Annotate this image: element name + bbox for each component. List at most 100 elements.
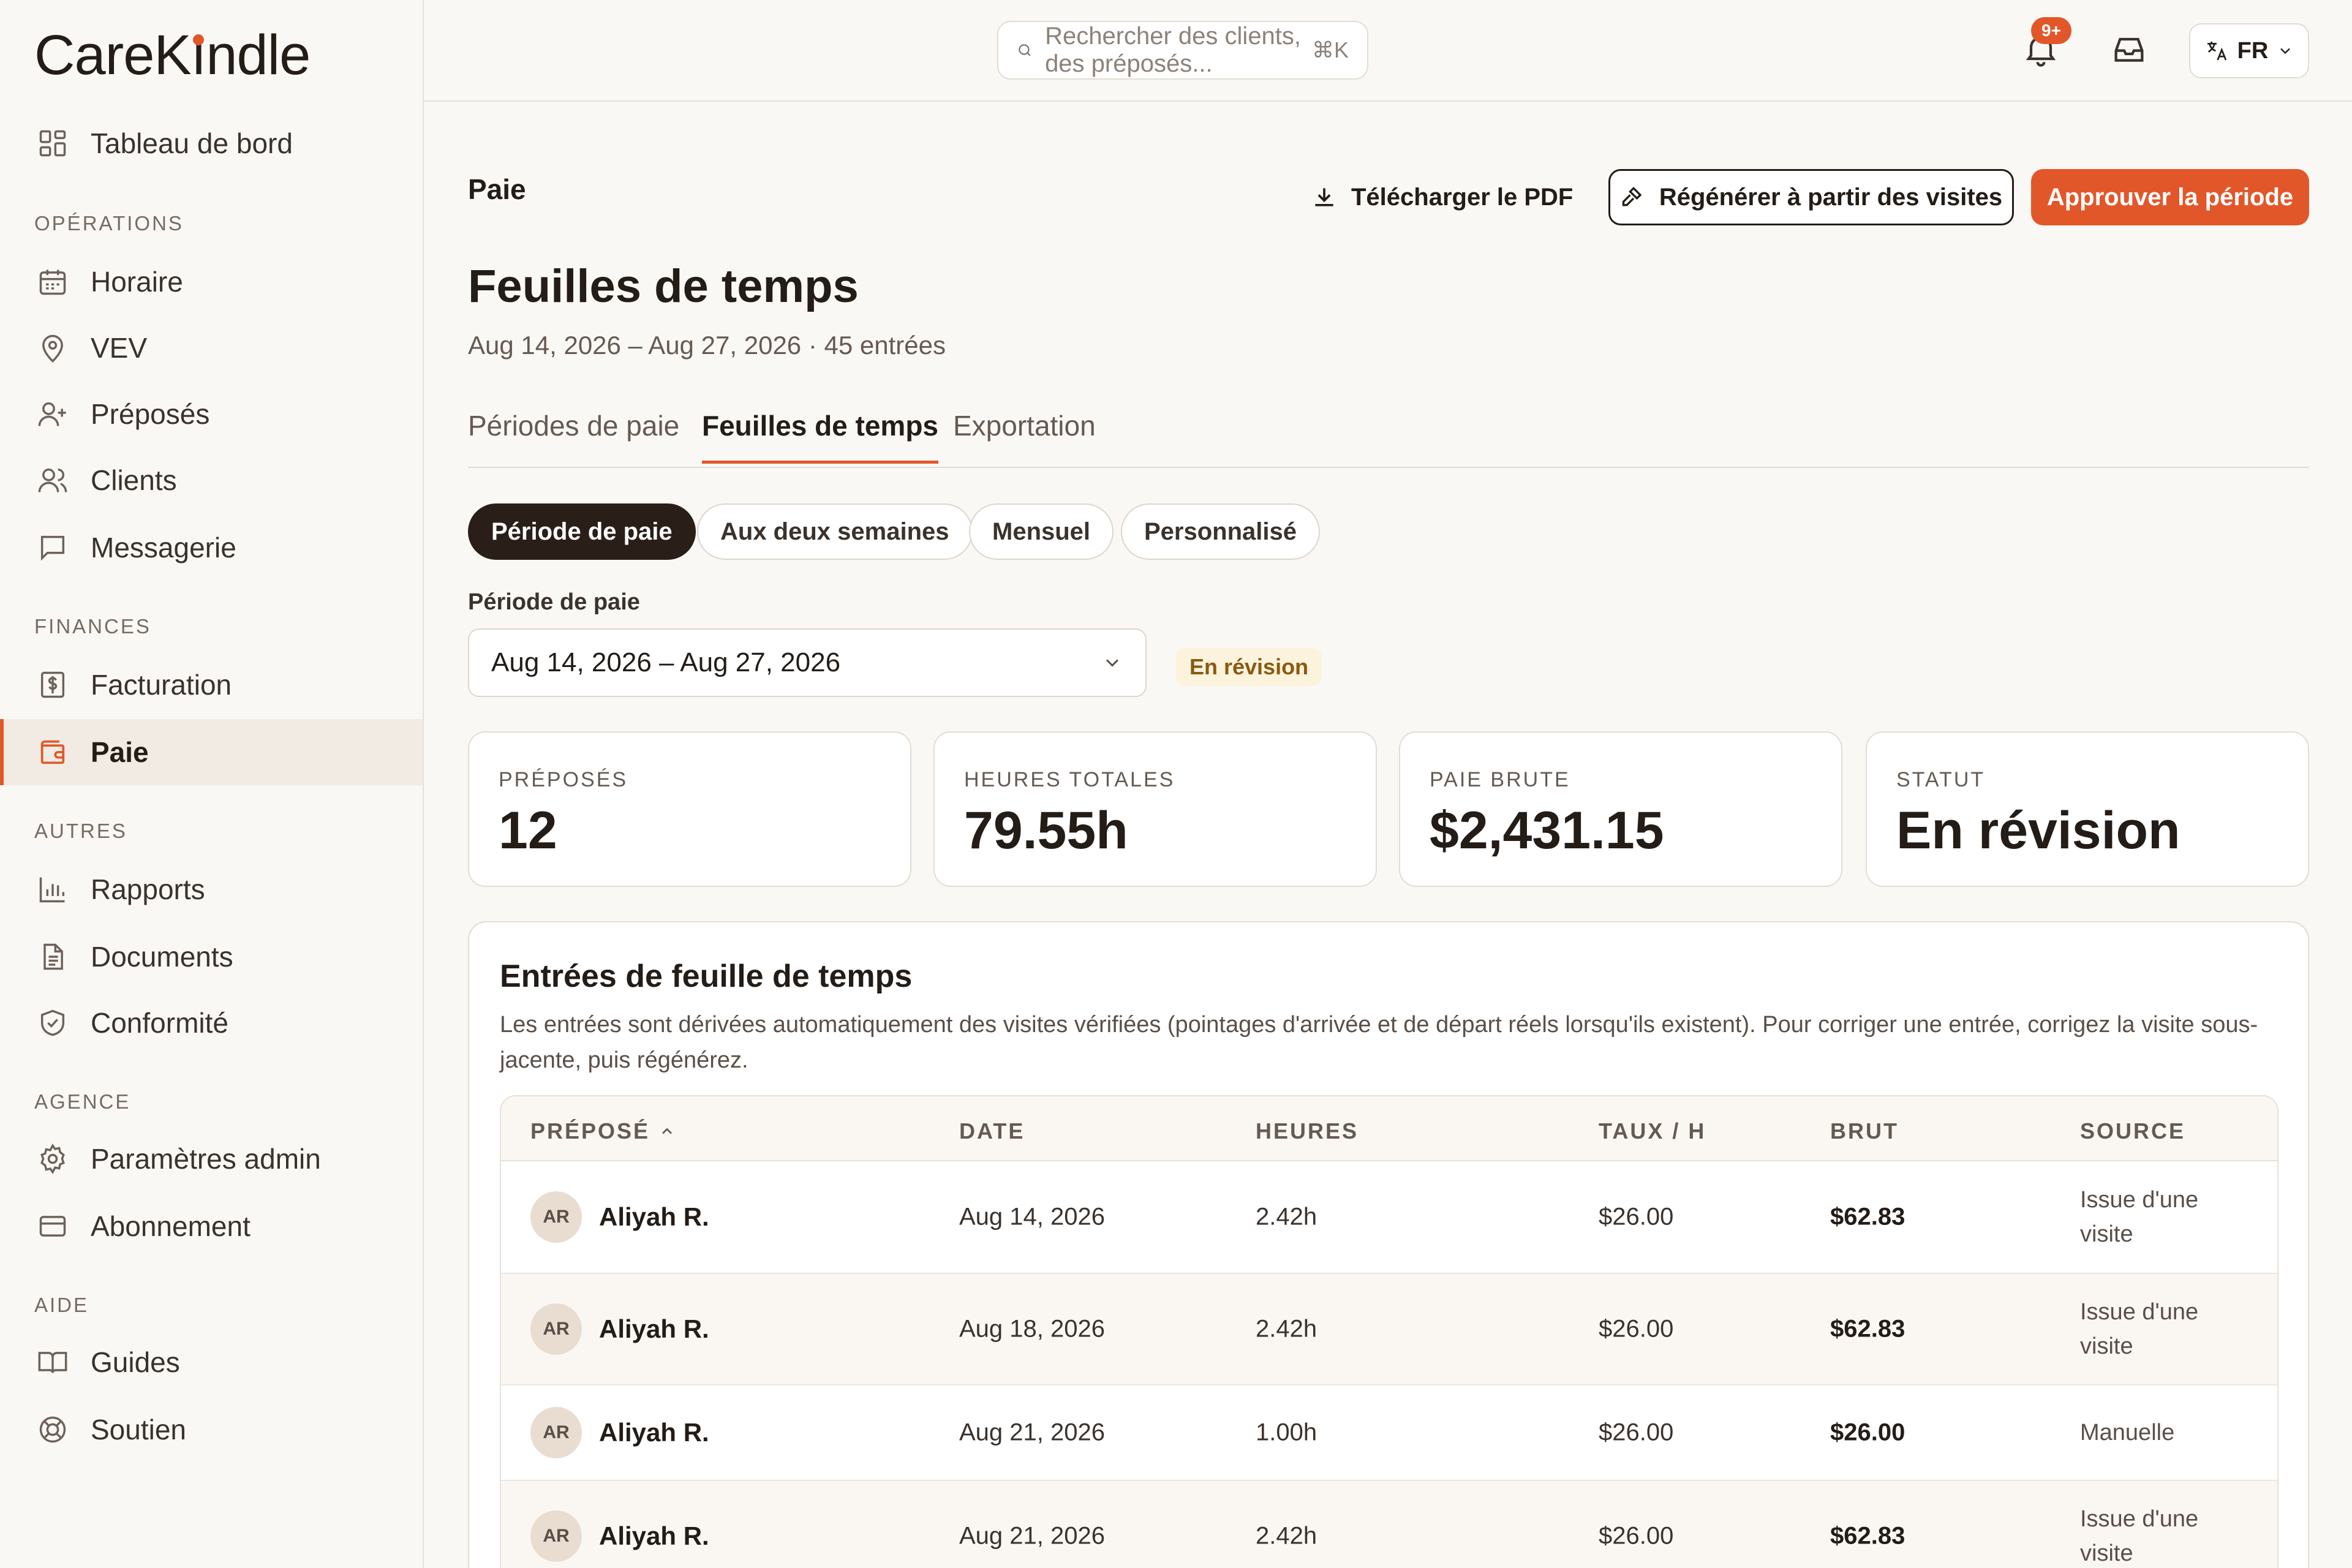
- card-description: Les entrées sont dérivées automatiquemen…: [500, 1012, 2258, 1073]
- stat-label: PRÉPOSÉS: [499, 768, 628, 791]
- bar-chart-icon: [39, 877, 65, 903]
- stat-label: PAIE BRUTE: [1430, 768, 1570, 791]
- sidebar-item-horaire[interactable]: Horaire: [0, 249, 423, 315]
- cell-source: Manuelle: [2080, 1420, 2175, 1446]
- cell-brut: $26.00: [1830, 1419, 1905, 1446]
- map-pin-icon: [42, 334, 63, 363]
- stat-label: STATUT: [1896, 768, 1986, 791]
- cell-prepose: Aliyah R.: [599, 1521, 709, 1550]
- filter-personnalise[interactable]: Personnalisé: [1121, 503, 1321, 560]
- tab-bar: Périodes de paie Feuilles de temps Expor…: [468, 404, 2309, 468]
- sidebar-item-label: Horaire: [91, 266, 183, 298]
- hammer-icon: [1622, 186, 1642, 206]
- column-header-taux[interactable]: TAUX / H: [1599, 1118, 1706, 1144]
- period-select-value: Aug 14, 2026 – Aug 27, 2026: [491, 647, 841, 677]
- sidebar-item-guides[interactable]: Guides: [0, 1329, 423, 1395]
- table-row[interactable]: AR Aliyah R. Aug 21, 2026 2.42h $26.00 $…: [501, 1481, 2277, 1568]
- tab-exportation[interactable]: Exportation: [953, 409, 1096, 461]
- sidebar-item-messagerie[interactable]: Messagerie: [0, 514, 423, 581]
- table-row[interactable]: AR Aliyah R. Aug 21, 2026 1.00h $26.00 $…: [501, 1385, 2277, 1481]
- inbox-button[interactable]: [2109, 29, 2149, 69]
- tab-feuilles-de-temps[interactable]: Feuilles de temps: [702, 409, 939, 464]
- credit-card-icon: [39, 1216, 66, 1237]
- search-icon: [1019, 44, 1031, 56]
- filter-periode-de-paie[interactable]: Période de paie: [468, 503, 696, 560]
- translate-icon: [2207, 42, 2226, 61]
- sidebar: CareKı ndle Tableau de bord OPÉRATIONS Ho…: [0, 0, 424, 1568]
- cell-heures: 1.00h: [1256, 1419, 1317, 1446]
- sidebar-item-preposes[interactable]: Préposés: [0, 381, 423, 447]
- table-row[interactable]: AR Aliyah R. Aug 14, 2026 2.42h $26.00 $…: [501, 1161, 2277, 1274]
- sidebar-item-label: Facturation: [91, 669, 232, 701]
- dashboard-icon: [39, 130, 66, 157]
- download-pdf-button[interactable]: Télécharger le PDF: [1311, 169, 1573, 225]
- search-input[interactable]: Rechercher des clients, des préposés... …: [997, 21, 1368, 80]
- table-header: PRÉPOSÉ DATE HEURES TAUX / H BRUT SOURCE: [501, 1096, 2277, 1161]
- book-open-icon: [38, 1352, 67, 1373]
- cell-brut: $62.83: [1830, 1315, 1905, 1343]
- filter-aux-deux-semaines[interactable]: Aux deux semaines: [697, 503, 973, 560]
- sidebar-item-parametres[interactable]: Paramètres admin: [0, 1126, 423, 1192]
- nav-section-operations: OPÉRATIONS: [34, 212, 184, 235]
- language-label: FR: [2237, 37, 2269, 64]
- regenerate-button[interactable]: Régénérer à partir des visites: [1608, 169, 2014, 225]
- cell-date: Aug 14, 2026: [959, 1203, 1105, 1231]
- stat-value: $2,431.15: [1430, 801, 1664, 860]
- timesheet-table: PRÉPOSÉ DATE HEURES TAUX / H BRUT SOURCE…: [500, 1095, 2278, 1568]
- sidebar-item-soutien[interactable]: Soutien: [0, 1396, 423, 1463]
- sidebar-item-label: Conformité: [91, 1007, 228, 1039]
- card-title: Entrées de feuille de temps: [500, 959, 913, 994]
- sidebar-item-label: Préposés: [91, 398, 210, 430]
- sidebar-item-documents[interactable]: Documents: [0, 924, 423, 990]
- cell-brut: $62.83: [1830, 1203, 1905, 1231]
- tab-periodes-de-paie[interactable]: Périodes de paie: [468, 409, 679, 461]
- sidebar-item-label: Paie: [91, 736, 149, 768]
- sidebar-item-vev[interactable]: VEV: [0, 315, 423, 381]
- download-icon: [1315, 188, 1333, 206]
- cell-source: Issue d'une visite: [2080, 1506, 2199, 1566]
- sidebar-item-paie[interactable]: Paie: [0, 719, 423, 785]
- column-header-prepose[interactable]: PRÉPOSÉ: [530, 1118, 676, 1144]
- column-header-brut[interactable]: BRUT: [1830, 1118, 1899, 1144]
- language-selector[interactable]: FR: [2189, 23, 2309, 78]
- sidebar-item-label: VEV: [91, 332, 148, 364]
- filter-mensuel[interactable]: Mensuel: [969, 503, 1114, 560]
- sidebar-item-label: Clients: [91, 464, 177, 496]
- stat-card-statut: STATUT En révision: [1866, 731, 2309, 887]
- breadcrumb[interactable]: Paie: [468, 173, 526, 206]
- approve-period-button[interactable]: Approuver la période: [2031, 169, 2309, 225]
- sidebar-item-conformite[interactable]: Conformité: [0, 990, 423, 1056]
- cell-date: Aug 18, 2026: [959, 1315, 1105, 1343]
- table-row[interactable]: AR Aliyah R. Aug 18, 2026 2.42h $26.00 $…: [501, 1274, 2277, 1385]
- notification-badge: 9+: [2031, 17, 2071, 44]
- download-pdf-label: Télécharger le PDF: [1351, 183, 1574, 211]
- stat-value: 12: [499, 801, 557, 860]
- chevron-down-icon: [1106, 659, 1119, 667]
- avatar: AR: [530, 1510, 582, 1562]
- nav-section-finances: FINANCES: [34, 615, 151, 638]
- sidebar-item-clients[interactable]: Clients: [0, 447, 423, 513]
- avatar: AR: [530, 1191, 582, 1243]
- column-header-heures[interactable]: HEURES: [1256, 1118, 1359, 1144]
- sidebar-item-label: Messagerie: [91, 532, 236, 564]
- column-header-source[interactable]: SOURCE: [2080, 1118, 2185, 1144]
- sidebar-item-label: Documents: [91, 941, 233, 973]
- gear-icon: [40, 1143, 65, 1175]
- app-logo[interactable]: CareKı ndle: [34, 27, 311, 83]
- stat-value: En révision: [1896, 801, 2180, 860]
- stat-label: HEURES TOTALES: [964, 768, 1175, 791]
- period-select[interactable]: Aug 14, 2026 – Aug 27, 2026: [468, 628, 1147, 697]
- sort-ascending-icon: [662, 1128, 673, 1134]
- sidebar-item-rapports[interactable]: Rapports: [0, 856, 423, 922]
- sidebar-item-dashboard[interactable]: Tableau de bord: [0, 110, 423, 176]
- sidebar-item-label: Tableau de bord: [91, 127, 293, 159]
- cell-prepose: Aliyah R.: [599, 1418, 709, 1447]
- regenerate-label: Régénérer à partir des visites: [1659, 183, 2003, 211]
- sidebar-item-abonnement[interactable]: Abonnement: [0, 1193, 423, 1259]
- cell-taux: $26.00: [1599, 1315, 1674, 1343]
- life-buoy-icon: [39, 1416, 66, 1443]
- column-header-date[interactable]: DATE: [959, 1118, 1025, 1144]
- sidebar-item-facturation[interactable]: Facturation: [0, 652, 423, 718]
- cell-taux: $26.00: [1599, 1522, 1674, 1550]
- cell-source: Issue d'une visite: [2080, 1299, 2199, 1359]
